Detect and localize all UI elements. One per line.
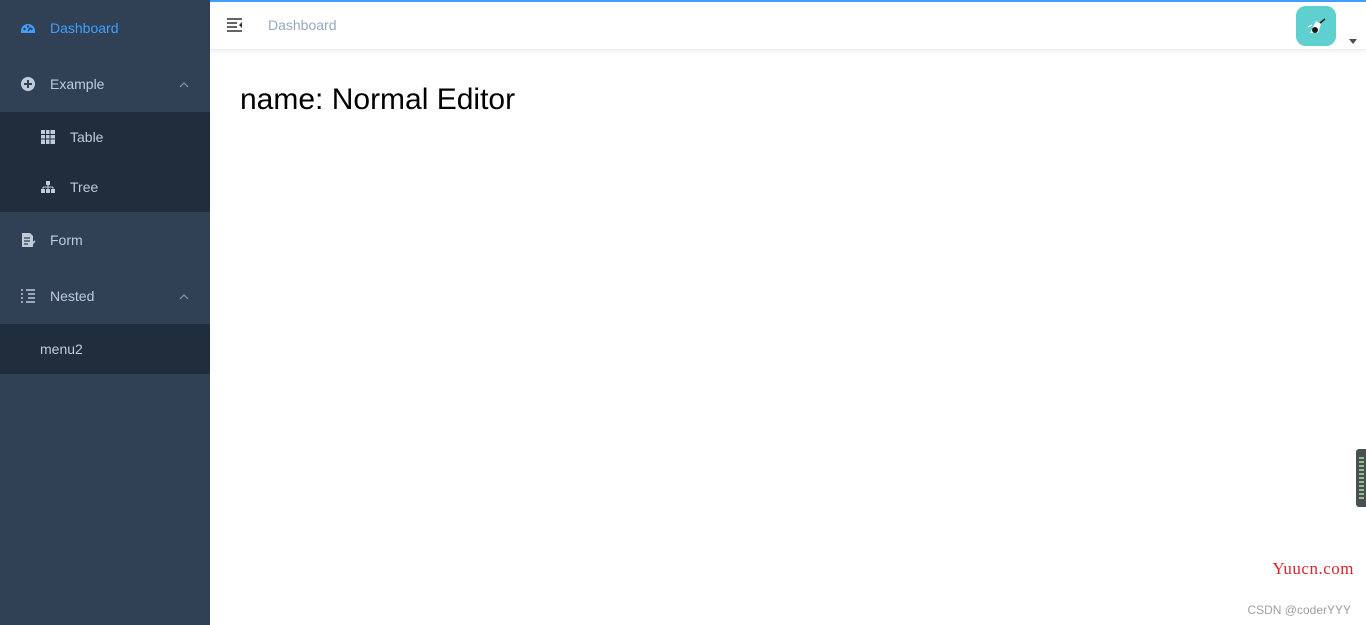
side-widget[interactable]	[1356, 449, 1366, 507]
chevron-up-icon	[178, 290, 190, 302]
avatar[interactable]	[1296, 6, 1336, 46]
example-icon	[20, 76, 36, 92]
level-meter-icon	[1359, 457, 1364, 501]
submenu-example: Table Tree	[0, 112, 210, 212]
hamburger-icon[interactable]	[225, 15, 245, 35]
sidebar-item-tree[interactable]: Tree	[0, 162, 210, 212]
table-icon	[40, 129, 56, 145]
sidebar-item-menu2[interactable]: menu2	[0, 324, 210, 374]
caret-down-icon[interactable]	[1348, 32, 1358, 44]
page-title: name: Normal Editor	[240, 83, 516, 116]
avatar-icon	[1296, 6, 1336, 46]
sidebar-item-label: Dashboard	[50, 20, 119, 36]
breadcrumb: Dashboard	[268, 17, 337, 33]
chevron-up-icon	[178, 78, 190, 90]
watermark-author: CSDN @coderYYY	[1247, 603, 1351, 617]
sidebar-item-label: Nested	[50, 288, 95, 304]
submenu-nested: menu2	[0, 324, 210, 374]
tree-icon	[40, 179, 56, 195]
watermark-site: Yuucn.com	[1272, 559, 1354, 578]
sidebar-item-label: menu2	[40, 341, 83, 357]
form-icon	[20, 232, 36, 248]
app-main: name: Normal Editor	[210, 50, 1366, 625]
nested-icon	[20, 288, 36, 304]
sidebar-item-table[interactable]: Table	[0, 112, 210, 162]
sidebar-item-label: Table	[70, 129, 104, 145]
sidebar: Dashboard Example Table Tree Form Nested…	[0, 0, 210, 625]
sidebar-item-label: Example	[50, 76, 105, 92]
navbar: Dashboard	[210, 0, 1366, 50]
sidebar-item-nested[interactable]: Nested	[0, 268, 210, 324]
sidebar-item-dashboard[interactable]: Dashboard	[0, 0, 210, 56]
sidebar-item-example[interactable]: Example	[0, 56, 210, 112]
sidebar-item-label: Tree	[70, 179, 99, 195]
sidebar-item-label: Form	[50, 232, 83, 248]
sidebar-item-form[interactable]: Form	[0, 212, 210, 268]
dashboard-icon	[20, 20, 36, 36]
